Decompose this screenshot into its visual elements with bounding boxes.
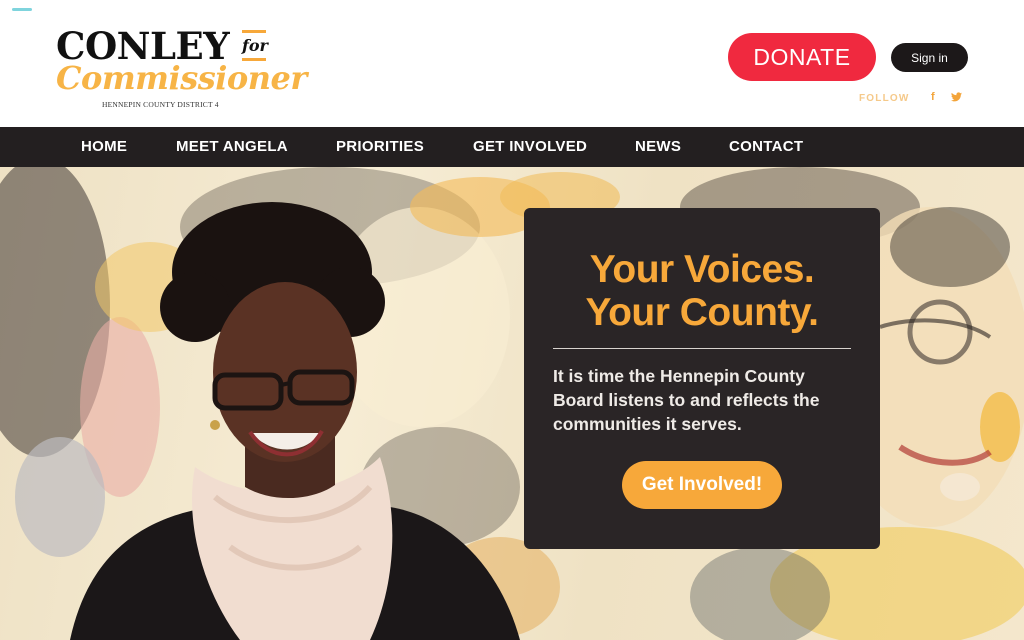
hero-headline: Your Voices. Your County.: [524, 248, 880, 334]
get-involved-button[interactable]: Get Involved!: [622, 461, 782, 509]
facebook-icon[interactable]: f: [931, 91, 935, 103]
twitter-icon[interactable]: [951, 91, 962, 102]
hero-card: Your Voices. Your County. It is time the…: [524, 208, 880, 549]
sign-in-button[interactable]: Sign in: [891, 43, 968, 72]
logo-for-text: for: [242, 36, 268, 56]
campaign-logo[interactable]: CONLEY for Commissioner HENNEPIN COUNTY …: [56, 26, 307, 116]
nav-item-home[interactable]: HOME: [81, 127, 127, 167]
follow-label: FOLLOW: [859, 93, 910, 104]
headline-line-1: Your Voices.: [589, 248, 815, 291]
nav-item-contact[interactable]: CONTACT: [729, 127, 803, 167]
card-divider: [553, 348, 851, 349]
hero-section: Your Voices. Your County. It is time the…: [0, 167, 1024, 640]
donate-button[interactable]: DONATE: [728, 33, 876, 81]
nav-item-get-involved[interactable]: GET INVOLVED: [473, 127, 587, 167]
headline-line-2: Your County.: [585, 291, 819, 334]
logo-role: Commissioner: [56, 59, 307, 97]
logo-for-mark: for: [242, 30, 268, 62]
nav-item-news[interactable]: NEWS: [635, 127, 681, 167]
hero-body-text: It is time the Hennepin County Board lis…: [553, 366, 820, 434]
logo-district: HENNEPIN COUNTY DISTRICT 4: [102, 100, 219, 109]
nav-item-priorities[interactable]: PRIORITIES: [336, 127, 424, 167]
top-accent-line: [12, 8, 32, 11]
nav-item-meet-angela[interactable]: MEET ANGELA: [176, 127, 288, 167]
site-header: CONLEY for Commissioner HENNEPIN COUNTY …: [0, 0, 1024, 127]
main-nav: HOME MEET ANGELA PRIORITIES GET INVOLVED…: [0, 127, 1024, 167]
